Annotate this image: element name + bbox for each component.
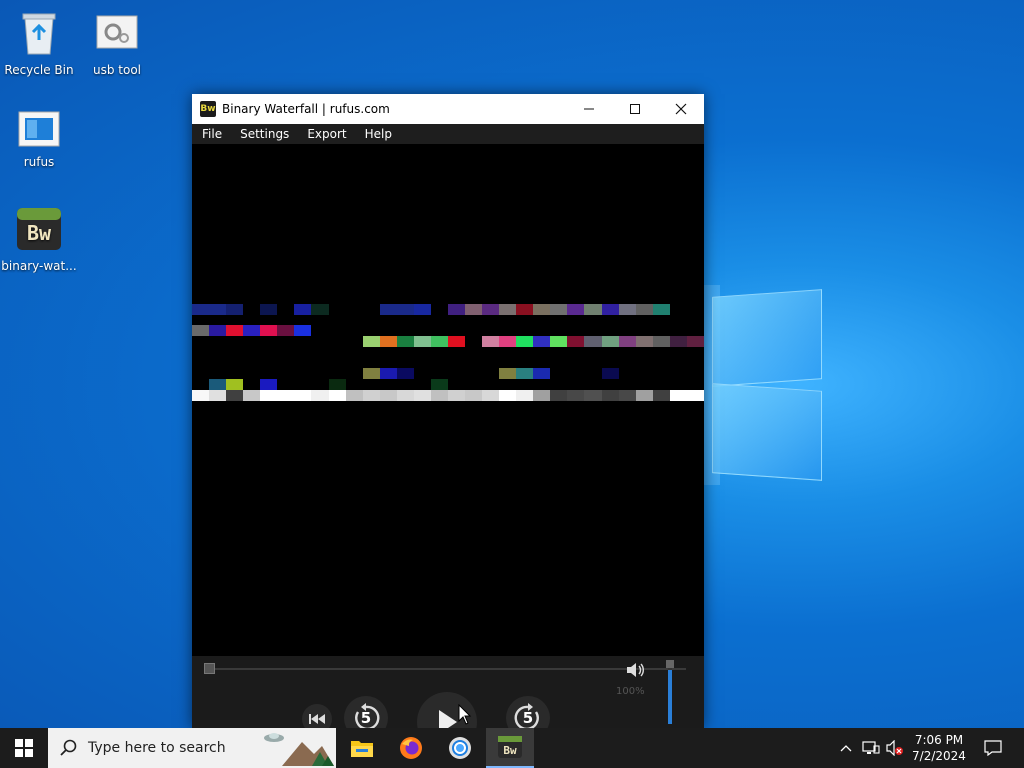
app-icon: Bw xyxy=(200,101,216,117)
chevron-up-icon xyxy=(840,745,852,752)
clock-time: 7:06 PM xyxy=(914,733,964,747)
taskbar-file-explorer[interactable] xyxy=(338,728,386,768)
desktop-icon-rufus[interactable]: rufus xyxy=(0,108,78,169)
speaker-icon xyxy=(627,663,644,677)
taskbar-search-box[interactable]: Type here to search xyxy=(48,728,336,768)
document-icon xyxy=(0,108,78,151)
svg-text:Bw: Bw xyxy=(503,744,517,757)
forward-seconds: 5 xyxy=(522,709,534,727)
taskbar-firefox[interactable] xyxy=(387,728,435,768)
search-placeholder: Type here to search xyxy=(88,740,226,756)
play-icon xyxy=(439,710,457,728)
skip-to-start-button[interactable] xyxy=(302,704,332,728)
waterfall-row xyxy=(192,368,704,379)
desktop-icon-label: Recycle Bin xyxy=(4,63,74,77)
volume-label: 100% xyxy=(616,686,645,697)
fast-forward-button[interactable]: 5 xyxy=(506,696,550,728)
rewind-button[interactable]: 5 xyxy=(344,696,388,728)
taskbar-clock[interactable]: 7:06 PM 7/2/2024 xyxy=(905,732,973,764)
windows-start-icon xyxy=(15,739,33,757)
start-button[interactable] xyxy=(0,728,48,768)
clock-date: 7/2/2024 xyxy=(912,749,966,763)
menu-settings[interactable]: Settings xyxy=(230,124,297,144)
close-icon xyxy=(675,103,687,115)
taskbar: Type here to search Bw 7:06 PM 7/2/2024 xyxy=(0,728,1024,768)
maximize-button[interactable] xyxy=(612,94,658,124)
window-title: Binary Waterfall | rufus.com xyxy=(222,102,390,116)
settings-file-icon xyxy=(78,8,156,59)
menu-export[interactable]: Export xyxy=(297,124,354,144)
desktop-icon-recycle-bin[interactable]: Recycle Bin xyxy=(0,8,78,77)
menu-help[interactable]: Help xyxy=(355,124,400,144)
network-icon xyxy=(862,741,880,754)
volume-button[interactable] xyxy=(624,658,648,682)
maximize-icon xyxy=(630,104,640,114)
volume-slider-thumb[interactable] xyxy=(666,660,674,668)
seek-bar[interactable] xyxy=(206,668,686,670)
mouse-cursor xyxy=(458,704,472,725)
seek-thumb[interactable] xyxy=(204,663,215,674)
taskbar-binary-waterfall[interactable]: Bw xyxy=(486,728,534,768)
menu-file[interactable]: File xyxy=(192,124,230,144)
skip-back-icon xyxy=(309,714,325,724)
windows-wallpaper-logo xyxy=(640,285,825,485)
notification-icon xyxy=(984,740,1002,756)
playback-controls: 5 5 100% xyxy=(192,656,704,728)
show-hidden-icons-button[interactable] xyxy=(836,728,856,768)
volume-slider[interactable] xyxy=(666,660,674,724)
rewind-seconds: 5 xyxy=(360,709,372,727)
desktop-icon-usb-tool[interactable]: usb tool xyxy=(78,8,156,77)
volume-tray-button[interactable] xyxy=(884,728,906,768)
close-button[interactable] xyxy=(658,94,704,124)
speaker-muted-icon xyxy=(886,740,903,756)
binary-waterfall-app-icon: Bw xyxy=(0,206,78,255)
desktop-icon-label: binary-wat... xyxy=(1,259,77,273)
waterfall-row xyxy=(192,336,704,347)
minimize-icon xyxy=(584,108,594,110)
desktop-icon-label: usb tool xyxy=(92,63,141,77)
firefox-icon xyxy=(400,737,422,759)
taskbar-chrome[interactable] xyxy=(436,728,484,768)
folder-icon xyxy=(351,741,373,757)
title-bar[interactable]: Bw Binary Waterfall | rufus.com xyxy=(192,94,704,124)
binary-waterfall-app-icon: Bw xyxy=(498,736,522,758)
waterfall-row xyxy=(192,304,704,315)
network-tray-button[interactable] xyxy=(860,728,882,768)
desktop-icon-label: rufus xyxy=(23,155,55,169)
waterfall-row xyxy=(192,390,704,401)
waterfall-row xyxy=(192,379,704,390)
search-highlight-illustration xyxy=(264,733,334,766)
volume-level-fill xyxy=(668,670,672,724)
minimize-button[interactable] xyxy=(566,94,612,124)
desktop-icon-binary-waterfall[interactable]: Bw binary-wat... xyxy=(0,206,78,273)
notifications-button[interactable] xyxy=(978,728,1008,768)
waterfall-visualization xyxy=(192,144,704,656)
waterfall-row xyxy=(192,325,704,336)
chrome-icon xyxy=(449,737,471,759)
search-icon xyxy=(60,739,77,756)
binary-waterfall-window: Bw Binary Waterfall | rufus.com File Set… xyxy=(192,94,704,728)
recycle-bin-icon xyxy=(0,8,78,59)
menu-bar: File Settings Export Help xyxy=(192,124,704,144)
svg-text:Bw: Bw xyxy=(27,221,52,245)
